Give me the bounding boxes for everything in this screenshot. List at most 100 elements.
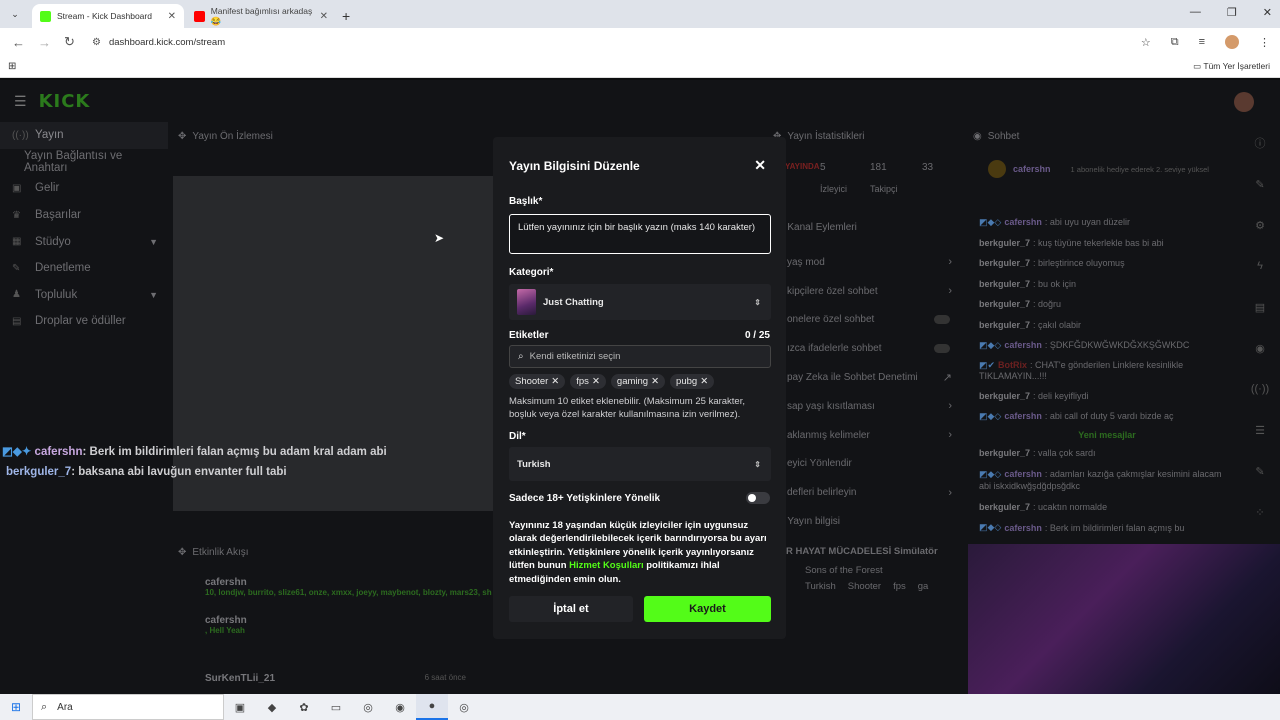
back-icon[interactable]: ← xyxy=(12,35,26,50)
broadcast-icon[interactable]: ((·)) xyxy=(1245,374,1275,404)
terms-link[interactable]: Hizmet Koşulları xyxy=(569,560,643,571)
chat-user[interactable]: berkguler_7 xyxy=(979,279,1030,289)
adult-only-toggle[interactable] xyxy=(746,492,770,504)
obs-icon[interactable]: ◉ xyxy=(384,694,416,720)
remove-tag-icon[interactable]: ✕ xyxy=(700,376,708,387)
bookmark-star-icon[interactable]: ☆ xyxy=(1141,36,1151,49)
tag-chip-label: Shooter xyxy=(515,376,549,387)
list-icon[interactable]: ☰ xyxy=(1245,415,1275,445)
tag-chip[interactable]: gaming ✕ xyxy=(610,374,666,389)
action-item[interactable]: pay Zeka ile Sohbet Denetimi ↗ xyxy=(765,363,962,392)
url-field[interactable]: ⚙ dashboard.kick.com/stream xyxy=(92,37,225,48)
info-icon[interactable]: ⓘ xyxy=(1245,128,1275,158)
save-button[interactable]: Kaydet xyxy=(644,596,771,622)
action-item[interactable]: defleri belirleyin › xyxy=(765,478,962,507)
language-select[interactable]: Turkish ⇕ xyxy=(509,447,771,481)
taskbar-search[interactable]: ⌕ Ara xyxy=(32,694,224,720)
action-item[interactable]: onelere özel sohbet xyxy=(765,306,962,335)
apps-grid-icon[interactable]: ⊞ xyxy=(8,61,16,72)
action-item[interactable]: kipçilere özel sohbet › xyxy=(765,277,962,306)
extensions-icon[interactable]: ⧉ xyxy=(1171,36,1179,49)
kick-logo[interactable]: KICK xyxy=(39,91,91,112)
drag-handle-icon[interactable]: ✥ xyxy=(178,131,186,142)
media-icon[interactable]: ≡ xyxy=(1199,36,1205,48)
chat-user[interactable]: berkguler_7 xyxy=(979,238,1030,248)
steam-icon[interactable]: ◎ xyxy=(352,694,384,720)
sidebar-item-gelir[interactable]: ▣ Gelir xyxy=(0,175,168,202)
document-icon[interactable]: ▤ xyxy=(1245,292,1275,322)
chat-user[interactable]: berkguler_7 xyxy=(979,391,1030,401)
toggle-switch[interactable] xyxy=(934,344,950,354)
task-view-icon[interactable]: ▣ xyxy=(224,694,256,720)
menu-dots-icon[interactable]: ⋮ xyxy=(1259,36,1270,49)
chat-user[interactable]: cafershn xyxy=(1004,340,1042,350)
chat-user[interactable]: cafershn xyxy=(1004,411,1042,421)
user-avatar[interactable] xyxy=(1234,92,1254,112)
toggle-switch[interactable] xyxy=(934,315,950,325)
chat-user[interactable]: BotRix xyxy=(998,360,1027,370)
action-item[interactable]: sap yaşı kısıtlaması › xyxy=(765,392,962,421)
action-item[interactable]: ızca ifadelerle sohbet xyxy=(765,334,962,363)
more-icon[interactable]: ⁘ xyxy=(1245,497,1275,527)
chat-user[interactable]: berkguler_7 xyxy=(979,299,1030,309)
chat-user[interactable]: berkguler_7 xyxy=(979,502,1030,512)
sidebar-item-label: Başarılar xyxy=(35,209,82,222)
file-explorer-icon[interactable]: ▭ xyxy=(320,694,352,720)
sidebar-item-topluluk[interactable]: ♟ Topluluk ▼ xyxy=(0,282,168,309)
edit-icon[interactable]: ✎ xyxy=(1245,169,1275,199)
badge-icons: ◩◆◇ xyxy=(979,469,1002,479)
tag-chip[interactable]: pubg ✕ xyxy=(670,374,715,389)
chrome-icon[interactable]: ● xyxy=(416,694,448,720)
close-tab-icon[interactable]: ✕ xyxy=(320,11,328,22)
lightning-icon[interactable]: ϟ xyxy=(1245,251,1275,281)
wrench-icon[interactable]: ✎ xyxy=(1245,456,1275,486)
drag-handle-icon[interactable]: ✥ xyxy=(178,547,186,558)
chat-user[interactable]: berkguler_7 xyxy=(979,448,1030,458)
settings-icon[interactable]: ⚙ xyxy=(1245,210,1275,240)
cancel-button[interactable]: İptal et xyxy=(509,596,633,622)
copilot-icon[interactable]: ✿ xyxy=(288,694,320,720)
tag-chip[interactable]: fps ✕ xyxy=(570,374,606,389)
remove-tag-icon[interactable]: ✕ xyxy=(551,376,559,387)
sidebar-item-droplar[interactable]: ▤ Droplar ve ödüller xyxy=(0,308,168,335)
steam-icon[interactable]: ◎ xyxy=(448,694,480,720)
tag-search-input[interactable]: ⌕ Kendi etiketinizi seçin xyxy=(509,345,771,368)
app-icon[interactable]: ◆ xyxy=(256,694,288,720)
sidebar-item-yayin[interactable]: ((·)) Yayın xyxy=(0,122,168,149)
sidebar-item-stream-key[interactable]: Yayın Bağlantısı ve Anahtarı xyxy=(0,149,168,176)
action-item[interactable]: yaş mod › xyxy=(765,248,962,277)
chat-user[interactable]: cafershn xyxy=(1004,523,1042,533)
tab-search-chevron-icon[interactable]: ⌄ xyxy=(4,3,26,25)
profile-avatar[interactable] xyxy=(1225,35,1239,49)
reload-icon[interactable]: ↻ xyxy=(64,34,78,50)
close-tab-icon[interactable]: ✕ xyxy=(168,11,176,22)
all-bookmarks[interactable]: ▭ Tüm Yer İşaretleri xyxy=(1193,61,1270,72)
tag-chip[interactable]: Shooter ✕ xyxy=(509,374,566,389)
action-item[interactable]: eyici Yönlendir xyxy=(765,450,962,479)
browser-tab-youtube[interactable]: Manifest bağımlısı arkadaş😂 ✕ xyxy=(186,4,336,28)
chat-user[interactable]: cafershn xyxy=(1004,469,1042,479)
close-window-icon[interactable]: ✕ xyxy=(1263,6,1272,19)
restore-icon[interactable]: ❐ xyxy=(1227,6,1237,19)
site-info-icon[interactable]: ⚙ xyxy=(92,37,101,48)
sidebar-item-basarilar[interactable]: ♛ Başarılar xyxy=(0,202,168,229)
chat-user[interactable]: cafershn xyxy=(1004,217,1042,227)
forward-icon[interactable]: → xyxy=(38,35,52,50)
stream-preview[interactable] xyxy=(173,176,493,511)
hamburger-menu-icon[interactable]: ☰ xyxy=(14,93,27,110)
remove-tag-icon[interactable]: ✕ xyxy=(651,376,659,387)
browser-tab-kick[interactable]: Stream - Kick Dashboard ✕ xyxy=(32,4,184,28)
chat-user[interactable]: berkguler_7 xyxy=(979,320,1030,330)
sidebar-item-denetleme[interactable]: ✎ Denetleme xyxy=(0,255,168,282)
action-item[interactable]: aklanmış kelimeler › xyxy=(765,421,962,450)
chat-user[interactable]: berkguler_7 xyxy=(979,258,1030,268)
new-tab-plus-icon[interactable]: + xyxy=(342,8,350,24)
close-icon[interactable]: ✕ xyxy=(754,157,766,174)
minimize-icon[interactable]: — xyxy=(1190,6,1201,19)
title-input[interactable]: Lütfen yayınınız için bir başlık yazın (… xyxy=(509,214,771,254)
category-select[interactable]: Just Chatting ⇕ xyxy=(509,284,771,320)
windows-start-icon[interactable]: ⊞ xyxy=(0,700,32,714)
chat-bubble-icon[interactable]: ◉ xyxy=(1245,333,1275,363)
sidebar-item-studyo[interactable]: ▦ Stüdyo ▼ xyxy=(0,228,168,255)
remove-tag-icon[interactable]: ✕ xyxy=(592,376,600,387)
